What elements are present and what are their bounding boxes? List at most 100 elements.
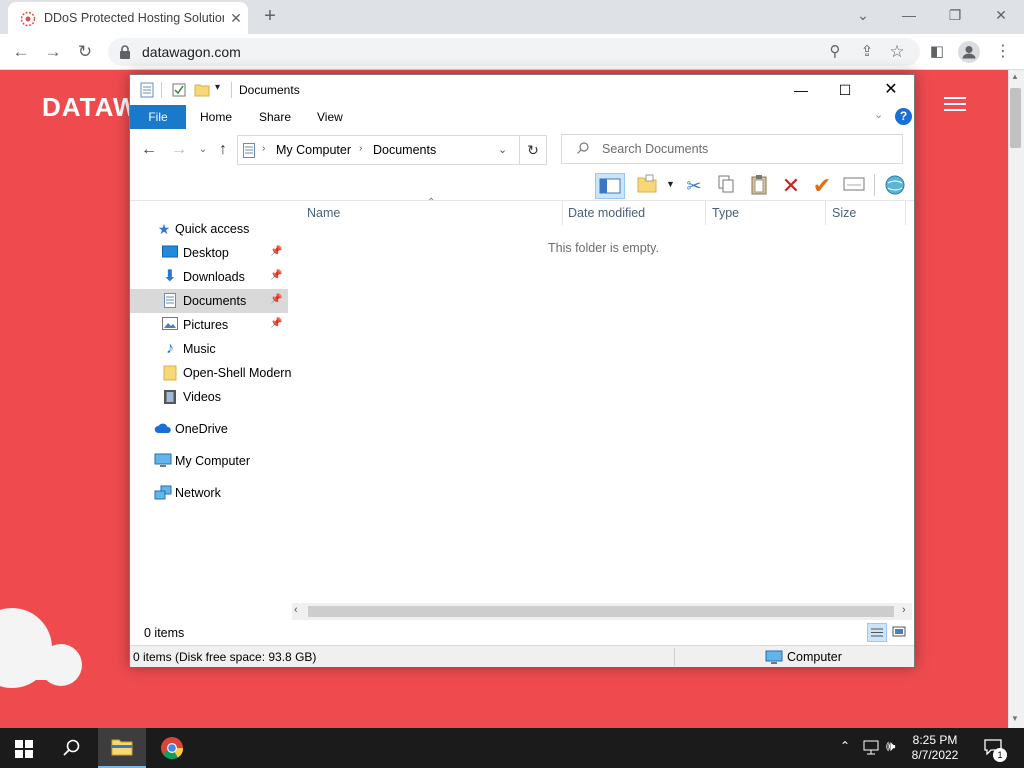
volume-speaker-icon[interactable]: 🕪 bbox=[886, 738, 895, 755]
nav-label: Videos bbox=[183, 390, 221, 404]
nav-label: My Computer bbox=[175, 454, 251, 468]
breadcrumb-chevron-icon[interactable]: › bbox=[262, 143, 265, 154]
scroll-up-icon[interactable]: ▲ bbox=[1011, 72, 1019, 81]
tab-close-icon[interactable]: ✕ bbox=[226, 8, 246, 28]
side-panel-icon[interactable]: ◧ bbox=[926, 41, 948, 63]
tab-share[interactable]: Share bbox=[259, 105, 291, 129]
up-arrow-icon[interactable]: ↑ bbox=[214, 141, 232, 159]
column-divider[interactable] bbox=[562, 201, 563, 225]
bookmark-star-icon[interactable]: ☆ bbox=[886, 41, 908, 63]
nav-item-open-shell[interactable]: Open-Shell Modern bbox=[130, 361, 291, 385]
column-divider[interactable] bbox=[905, 201, 906, 225]
nav-item-videos[interactable]: Videos bbox=[130, 385, 288, 409]
tab-home[interactable]: Home bbox=[200, 105, 232, 129]
column-divider[interactable] bbox=[705, 201, 706, 225]
email-envelope-icon[interactable] bbox=[841, 174, 867, 198]
network-globe-icon[interactable] bbox=[882, 174, 908, 198]
new-folder-menu-icon[interactable] bbox=[634, 174, 660, 198]
tab-view[interactable]: View bbox=[317, 105, 343, 129]
forward-arrow-icon[interactable]: → bbox=[170, 141, 188, 159]
document-icon bbox=[162, 293, 178, 309]
clock[interactable]: 8:25 PM 8/7/2022 bbox=[904, 733, 966, 763]
search-icon[interactable] bbox=[62, 738, 82, 761]
search-placeholder: Search Documents bbox=[602, 142, 709, 156]
nav-label: Pictures bbox=[183, 318, 229, 332]
network-status-icon[interactable] bbox=[863, 740, 881, 759]
search-box[interactable]: Search Documents bbox=[561, 134, 903, 164]
back-arrow-icon[interactable]: ← bbox=[140, 141, 158, 159]
recent-locations-chevron-icon[interactable]: ⌄ bbox=[194, 141, 212, 159]
column-date-modified[interactable]: Date modified bbox=[568, 206, 645, 220]
nav-onedrive[interactable]: OneDrive bbox=[130, 417, 288, 441]
browser-tab[interactable]: DDoS Protected Hosting Solutions ✕ bbox=[8, 2, 248, 34]
copy-icon[interactable] bbox=[713, 174, 739, 198]
scroll-right-icon[interactable]: › bbox=[902, 604, 906, 616]
browser-tab-strip: DDoS Protected Hosting Solutions ✕ + ⌄ —… bbox=[0, 0, 1024, 34]
column-size[interactable]: Size bbox=[832, 206, 856, 220]
menu-kebab-icon[interactable]: ⋮ bbox=[992, 41, 1014, 63]
close-window-button[interactable]: ✕ bbox=[868, 77, 914, 103]
cut-scissors-icon[interactable]: ✂ bbox=[681, 174, 707, 198]
nav-my-computer[interactable]: My Computer bbox=[130, 449, 288, 473]
column-divider[interactable] bbox=[825, 201, 826, 225]
restore-button[interactable]: ❐ bbox=[940, 4, 970, 26]
hamburger-menu-icon[interactable] bbox=[944, 97, 966, 111]
breadcrumb-documents[interactable]: Documents bbox=[373, 143, 436, 157]
page-scrollbar[interactable] bbox=[1008, 70, 1024, 728]
new-item-dropdown-icon[interactable]: ▼ bbox=[666, 179, 675, 189]
minimize-window-button[interactable]: — bbox=[778, 77, 824, 103]
new-folder-icon[interactable] bbox=[194, 83, 210, 97]
details-view-icon[interactable] bbox=[867, 623, 887, 642]
address-dropdown-chevron-icon[interactable]: ⌄ bbox=[498, 143, 507, 156]
pin-icon[interactable]: 📌 bbox=[270, 294, 282, 305]
nav-item-downloads[interactable]: ⬇ Downloads 📌 bbox=[130, 265, 288, 289]
quick-access-dropdown-icon[interactable]: ▾ bbox=[215, 82, 220, 93]
expand-ribbon-chevron-icon[interactable]: ⌄ bbox=[874, 108, 883, 121]
minimize-button[interactable]: — bbox=[894, 4, 924, 26]
chrome-taskbar-icon[interactable] bbox=[160, 736, 184, 763]
nav-item-pictures[interactable]: Pictures 📌 bbox=[130, 313, 288, 337]
reload-icon[interactable]: ↻ bbox=[74, 41, 96, 63]
close-browser-button[interactable]: ✕ bbox=[986, 4, 1016, 26]
nav-quick-access[interactable]: ★ Quick access bbox=[130, 217, 288, 241]
forward-icon[interactable]: → bbox=[42, 41, 64, 63]
nav-item-music[interactable]: ♪ Music bbox=[130, 337, 288, 361]
breadcrumb-chevron-icon[interactable]: › bbox=[359, 143, 362, 154]
nav-item-desktop[interactable]: Desktop 📌 bbox=[130, 241, 288, 265]
pin-icon[interactable]: 📌 bbox=[270, 246, 282, 257]
nav-network[interactable]: Network bbox=[130, 481, 288, 505]
page-scroll-thumb[interactable] bbox=[1010, 88, 1021, 148]
nav-item-documents[interactable]: Documents 📌 bbox=[130, 289, 288, 313]
zoom-icon[interactable]: ⚲ bbox=[824, 41, 846, 63]
back-icon[interactable]: ← bbox=[10, 41, 32, 63]
refresh-icon[interactable]: ↻ bbox=[519, 135, 547, 165]
scroll-down-icon[interactable]: ▼ bbox=[1011, 714, 1019, 723]
properties-checkbox-icon[interactable] bbox=[172, 83, 186, 97]
windows-start-icon[interactable] bbox=[15, 740, 33, 761]
address-bar[interactable]: datawagon.com bbox=[108, 38, 920, 66]
horizontal-scroll-thumb[interactable] bbox=[308, 606, 894, 617]
tab-file[interactable]: File bbox=[130, 105, 186, 129]
profile-avatar-icon[interactable] bbox=[958, 41, 980, 63]
site-logo[interactable]: DATAW bbox=[42, 92, 138, 123]
scroll-left-icon[interactable]: ‹ bbox=[294, 604, 298, 616]
pin-icon[interactable]: 📌 bbox=[270, 318, 282, 329]
share-icon[interactable]: ⇪ bbox=[856, 41, 878, 63]
file-explorer-taskbar-button[interactable] bbox=[98, 728, 146, 768]
breadcrumb-my-computer[interactable]: My Computer bbox=[276, 143, 351, 157]
pin-icon[interactable]: 📌 bbox=[270, 270, 282, 281]
help-icon[interactable]: ? bbox=[895, 108, 912, 125]
navigation-pane: ★ Quick access Desktop 📌 ⬇ Downloads 📌 D… bbox=[130, 201, 291, 617]
new-tab-button[interactable]: + bbox=[258, 5, 282, 29]
column-name[interactable]: Name bbox=[307, 206, 340, 220]
large-icons-view-icon[interactable] bbox=[890, 623, 910, 642]
address-breadcrumb-bar[interactable]: › My Computer › Documents ⌄ bbox=[237, 135, 547, 165]
maximize-window-button[interactable]: ☐ bbox=[822, 77, 868, 103]
rename-check-icon[interactable]: ✔ bbox=[809, 174, 835, 198]
column-type[interactable]: Type bbox=[712, 206, 739, 220]
delete-x-icon[interactable]: ✕ bbox=[778, 174, 804, 198]
paste-clipboard-icon[interactable] bbox=[746, 174, 772, 198]
show-hidden-icons-chevron-icon[interactable]: ⌃ bbox=[840, 739, 850, 753]
tab-search-chevron-icon[interactable]: ⌄ bbox=[848, 4, 878, 26]
navigation-pane-toggle-icon[interactable] bbox=[595, 173, 625, 199]
